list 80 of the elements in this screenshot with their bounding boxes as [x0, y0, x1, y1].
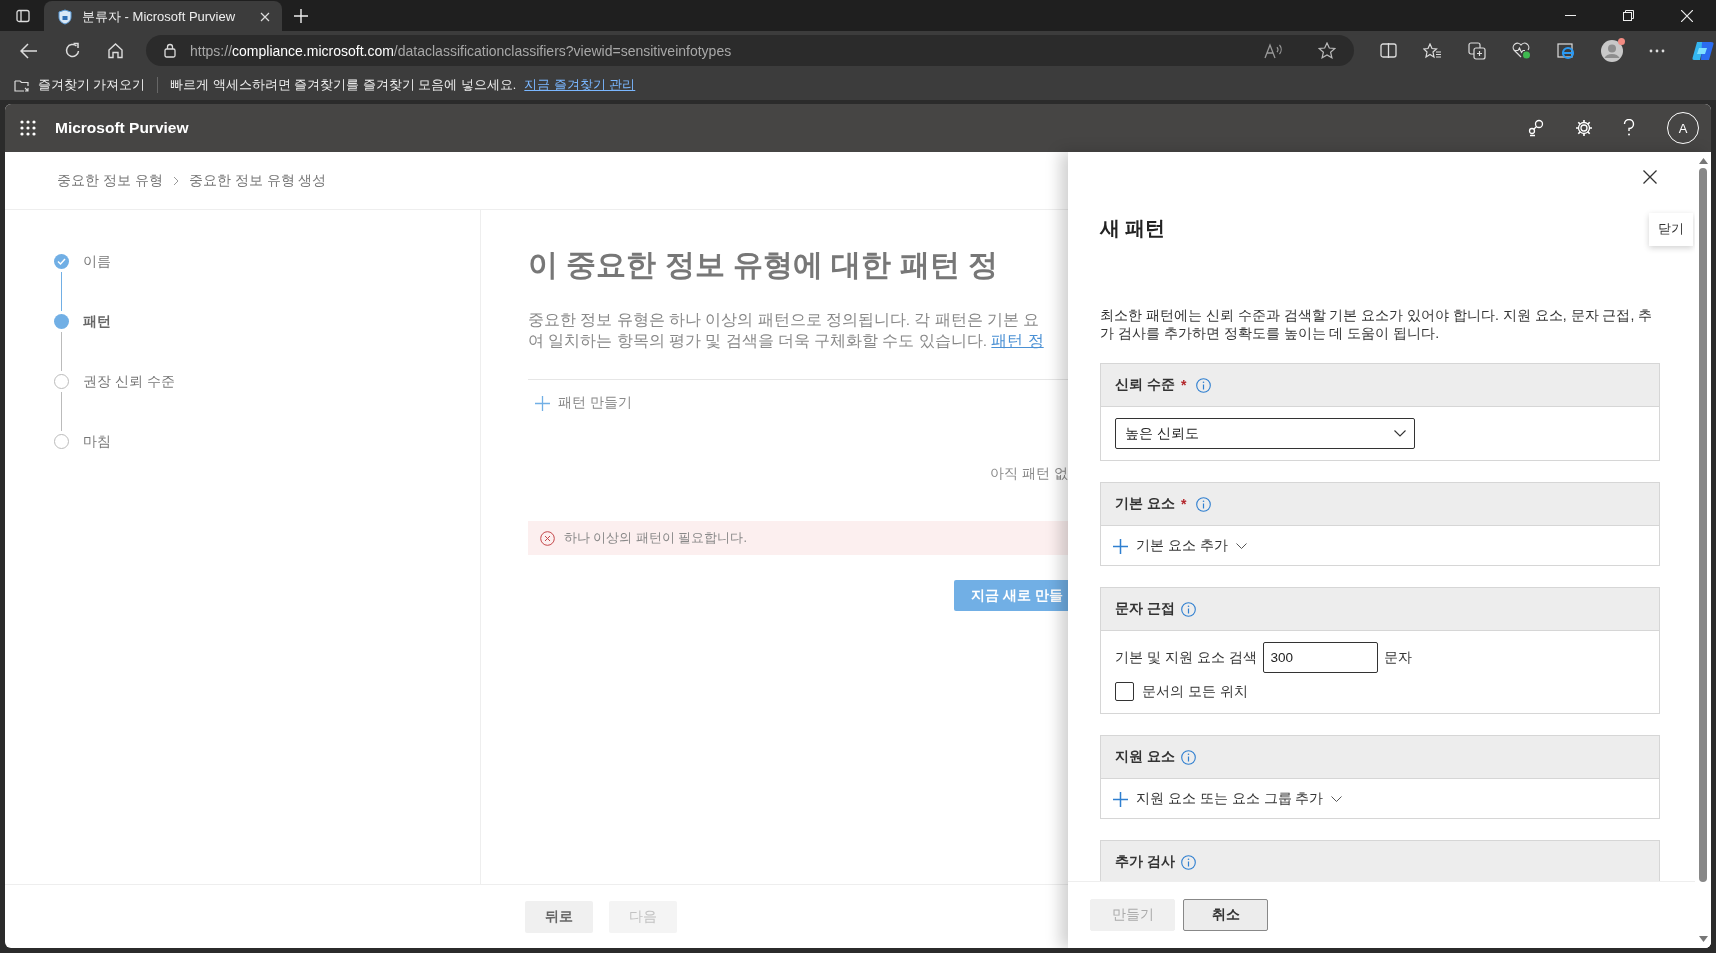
help-icon[interactable]: [1623, 119, 1635, 137]
new-tab-icon[interactable]: [294, 8, 308, 23]
close-window-icon[interactable]: [1681, 9, 1693, 22]
breadcrumb-link[interactable]: 중요한 정보 유형 생성: [188, 171, 327, 190]
info-icon[interactable]: [1180, 749, 1196, 765]
character-count-field[interactable]: 300: [1262, 642, 1378, 673]
add-element-button[interactable]: 기본 요소 추가: [1113, 536, 1247, 556]
panel-title: 새 패턴: [1100, 216, 1167, 241]
breadcrumb-link[interactable]: 중요한 정보 유형: [57, 171, 163, 190]
close-tooltip: 닫기: [1649, 213, 1693, 246]
info-icon[interactable]: [1196, 377, 1212, 393]
chevron-down-icon: [1331, 796, 1343, 802]
required-mark: *: [1180, 496, 1187, 512]
collections-icon[interactable]: [1468, 41, 1486, 60]
lock-icon[interactable]: [164, 43, 176, 58]
more-icon[interactable]: [1649, 48, 1665, 53]
favorites-icon[interactable]: [1423, 42, 1442, 59]
scroll-down-icon[interactable]: [1698, 936, 1708, 942]
star-icon[interactable]: [1318, 42, 1336, 59]
step-label[interactable]: 권장 신뢰 수준: [83, 374, 175, 434]
refresh-icon[interactable]: [64, 42, 81, 59]
address-bar[interactable]: https://compliance.microsoft.com/dataclassificationclassifiers?viewid=sensitiveinfotypes: [146, 35, 1354, 66]
chevron-down-icon: [1235, 543, 1247, 549]
error-icon: [540, 530, 555, 546]
plus-icon: [1113, 538, 1128, 554]
panel-description: 최소한 패턴에는 신뢰 수준과 검색할 기본 요소가 있어야 합니다. 지원 요소, 문자 근접, 추가 검사를 추가하면 정확도를 높이는 데 도움이 됩니다.: [1100, 306, 1654, 342]
manage-favorites-link[interactable]: 지금 즐겨찾기 관리: [524, 76, 636, 94]
connection-icon[interactable]: [1527, 119, 1545, 137]
chevron-right-icon: [172, 175, 179, 186]
step-label[interactable]: 마침: [83, 434, 111, 494]
import-favorites-icon[interactable]: [14, 77, 30, 93]
url-text: https://compliance.microsoft.com/dataclassificationclassifiers?viewid=sensitiveinfotypes: [190, 42, 732, 59]
chevron-down-icon: [1394, 430, 1406, 437]
copilot-icon[interactable]: [1691, 39, 1715, 62]
split-screen-icon[interactable]: [1380, 43, 1397, 58]
page-heading: 이 중요한 정보 유형에 대한 패턴 정: [528, 247, 999, 283]
wizard-nav-button[interactable]: 뒤로: [525, 900, 593, 933]
step-label[interactable]: 패턴: [83, 314, 111, 374]
section-title: 추가 검사: [1115, 853, 1175, 871]
restore-icon[interactable]: [1623, 10, 1634, 21]
info-icon[interactable]: [1180, 854, 1196, 870]
app-launcher-icon[interactable]: [20, 120, 36, 136]
import-favorites-button[interactable]: 즐겨찾기 가져오기: [38, 76, 146, 94]
checkbox-label: 문서의 모든 위치: [1142, 682, 1248, 701]
close-icon[interactable]: [1643, 170, 1657, 184]
field-label: 기본 및 지원 요소 검색: [1115, 648, 1257, 667]
back-icon[interactable]: [20, 42, 38, 59]
create-pattern-button[interactable]: 패턴 만들기: [528, 393, 632, 413]
section-title: 기본 요소: [1115, 495, 1175, 513]
read-aloud-icon[interactable]: [1264, 42, 1284, 59]
add-element-button[interactable]: 지원 요소 또는 요소 그룹 추가: [1113, 789, 1343, 809]
profile-avatar[interactable]: [1601, 39, 1623, 62]
plus-icon: [1113, 791, 1128, 807]
pattern-link[interactable]: 패턴 정: [991, 332, 1044, 349]
settings-icon[interactable]: [1575, 119, 1593, 137]
required-mark: *: [1180, 377, 1187, 393]
heart-pulse-icon[interactable]: [1512, 42, 1531, 59]
section-title: 신뢰 수준: [1115, 376, 1175, 394]
panel-action-button[interactable]: 취소: [1183, 899, 1268, 931]
shield-icon: [58, 8, 72, 25]
scroll-up-icon[interactable]: [1698, 158, 1708, 164]
section-title: 지원 요소: [1115, 748, 1175, 766]
browser-tab[interactable]: 분류자 - Microsoft Purview: [44, 1, 282, 32]
plus-icon: [535, 395, 550, 411]
error-text: 하나 이상의 패턴이 필요합니다.: [564, 529, 747, 547]
tab-actions-icon[interactable]: [16, 8, 30, 23]
info-icon[interactable]: [1196, 496, 1212, 512]
description-text: 중요한 정보 유형은 하나 이상의 패턴으로 정의됩니다. 각 패턴은 기본 요 여 일치하는 항목의 평가 및 검색을 더욱 구체화할 수도 있습니다. 패턴 정: [528, 310, 1045, 351]
unit-label: 문자: [1383, 648, 1412, 667]
bookmarks-message: 빠르게 액세스하려면 즐겨찾기를 즐겨찾기 모음에 넣으세요.: [170, 76, 517, 94]
checkbox[interactable]: [1115, 682, 1134, 701]
home-icon[interactable]: [107, 42, 124, 59]
step-label[interactable]: 이름: [83, 254, 111, 314]
empty-state-text: 아직 패턴 없: [990, 465, 1068, 483]
scrollbar[interactable]: [1695, 152, 1711, 948]
info-icon[interactable]: [1180, 601, 1196, 617]
ie-mode-icon[interactable]: [1557, 41, 1575, 60]
app-title: Microsoft Purview: [55, 119, 189, 137]
confidence-dropdown[interactable]: 높은 신뢰도: [1115, 418, 1415, 449]
section-title: 문자 근접: [1115, 600, 1175, 618]
